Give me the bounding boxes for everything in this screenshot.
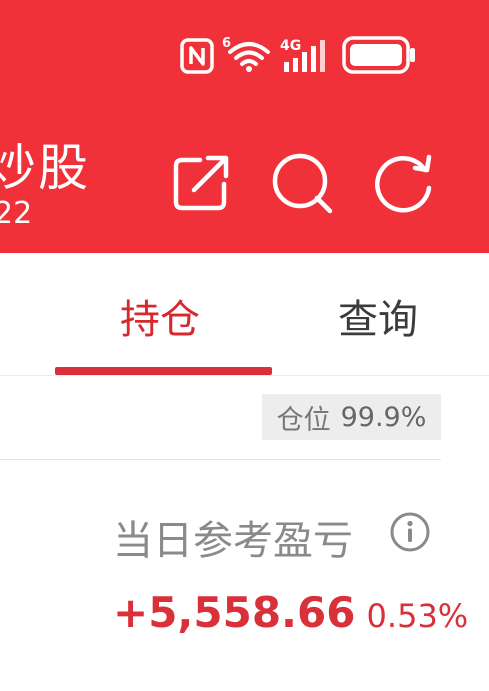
tab-query[interactable]: 查询 [338, 287, 418, 345]
nfc-icon [180, 38, 214, 74]
app-header: 6 4G 炒股 22 [0, 0, 489, 253]
page-title: 炒股 [0, 139, 90, 197]
refresh-icon [375, 154, 432, 213]
tab-holdings[interactable]: 持仓 [120, 287, 200, 345]
info-icon[interactable] [389, 511, 431, 553]
wifi-badge: 6 [222, 36, 231, 51]
battery-icon [342, 36, 415, 74]
network-label: 4G [280, 38, 301, 54]
screen: 6 4G 炒股 22 持仓 查询 仓位 99.9% 当日参考盈亏 +5,558.… [0, 0, 489, 691]
refresh-button[interactable] [373, 152, 435, 214]
daily-pnl-percent: 0.53% [366, 597, 469, 635]
active-tab-indicator [55, 367, 272, 375]
daily-pnl-amount: +5,558.66 [113, 588, 356, 637]
signal-icon: 4G [280, 38, 325, 72]
search-icon [272, 153, 333, 214]
daily-pnl-label: 当日参考盈亏 [113, 518, 353, 564]
wifi-icon: 6 [222, 36, 270, 72]
position-label: 仓位 [276, 404, 331, 436]
page-subtitle: 22 [0, 196, 33, 231]
position-row: 仓位 99.9% [0, 376, 489, 460]
position-badge: 仓位 99.9% [262, 394, 441, 440]
position-value: 99.9% [340, 401, 427, 433]
daily-pnl-value: +5,558.66 0.53% [113, 588, 468, 637]
share-button[interactable] [170, 152, 232, 214]
share-icon [173, 155, 229, 211]
tab-bar: 持仓 查询 [0, 253, 489, 376]
search-button[interactable] [271, 152, 333, 214]
divider [0, 459, 441, 460]
